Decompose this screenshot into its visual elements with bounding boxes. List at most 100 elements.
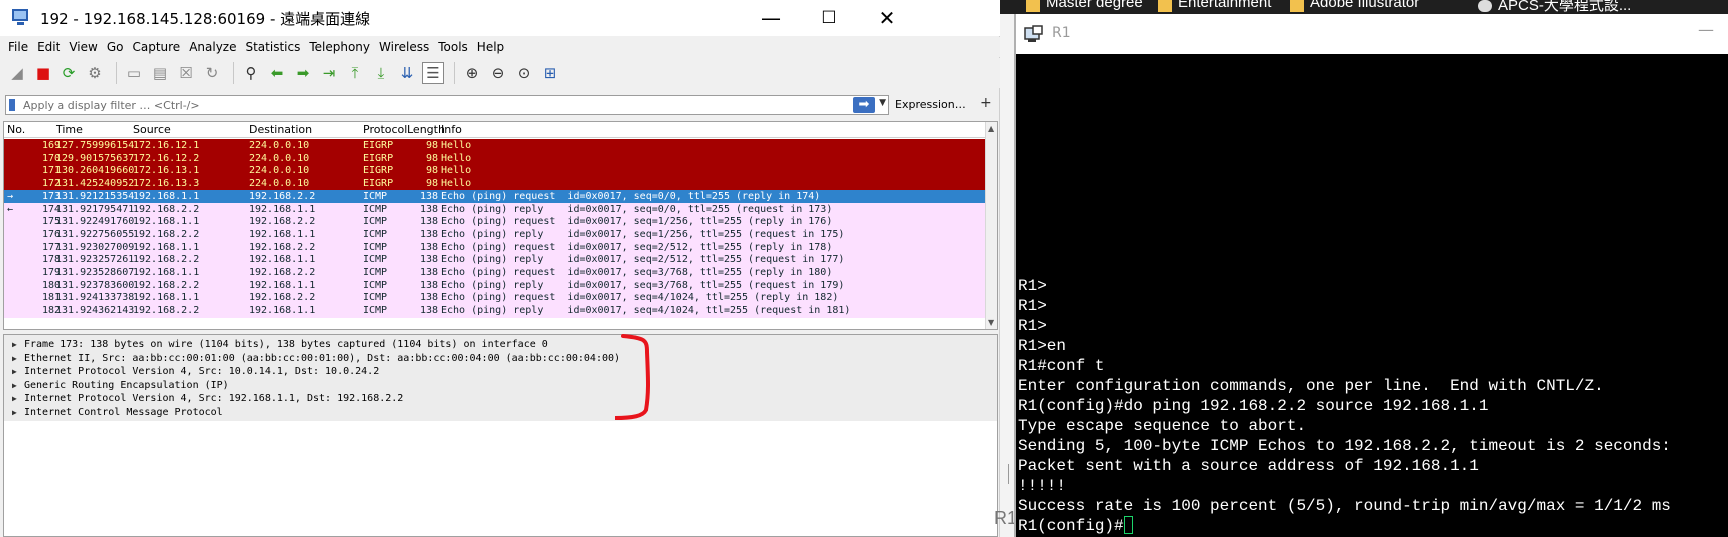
window-titlebar[interactable]: 192 - 192.168.145.128:60169 - 遠端桌面連線 — ☐… <box>0 0 1000 36</box>
scroll-down-icon[interactable]: ▼ <box>988 318 994 327</box>
expand-arrow-icon[interactable]: ▶ <box>12 392 24 406</box>
terminal-app-icon <box>1024 25 1043 42</box>
chevron-down-icon[interactable]: ▼ <box>879 98 886 108</box>
packet-list-header: No. Time Source Destination Protocol Len… <box>4 122 986 138</box>
menu-statistics[interactable]: Statistics <box>245 40 300 54</box>
scroll-up-icon[interactable]: ▲ <box>988 124 994 133</box>
expand-arrow-icon[interactable]: ▶ <box>12 379 24 393</box>
cell-destination: 192.168.1.1 <box>249 305 316 317</box>
menu-analyze[interactable]: Analyze <box>189 40 236 54</box>
detail-tree-item[interactable]: ▶ Generic Routing Encapsulation (IP) <box>12 379 229 393</box>
packet-list[interactable]: No. Time Source Destination Protocol Len… <box>3 121 998 330</box>
close-file-icon[interactable]: ☒ <box>175 62 197 84</box>
detail-tree-item[interactable]: ▶ Frame 173: 138 bytes on wire (1104 bits… <box>12 338 548 352</box>
go-last-icon[interactable]: ⤓ <box>370 62 392 84</box>
toolbar-separator <box>454 62 455 84</box>
expand-arrow-icon[interactable]: ▶ <box>12 352 24 366</box>
zoom-in-icon[interactable]: ⊕ <box>461 62 483 84</box>
column-destination[interactable]: Destination <box>249 123 312 136</box>
r1-titlebar[interactable]: R1 — <box>1016 14 1728 54</box>
taskbar-item-adobe-illustrator[interactable]: Adobe Illustrator <box>1310 0 1419 11</box>
terminal-output[interactable]: R1> R1> R1> R1>en R1#conf t Enter configurati… <box>1018 276 1728 536</box>
detail-tree-item[interactable]: ▶ Internet Control Message Protocol <box>12 406 223 420</box>
terminal-line: Success rate is 100 percent (5/5), round… <box>1018 497 1671 515</box>
r1-minimize-button[interactable]: — <box>1698 20 1714 39</box>
menu-help[interactable]: Help <box>477 40 504 54</box>
packet-details-pane[interactable]: ▶ Frame 173: 138 bytes on wire (1104 bits… <box>3 334 998 537</box>
toolbar-separator <box>116 62 117 84</box>
colorize-icon[interactable]: ☰ <box>422 62 444 84</box>
expand-arrow-icon[interactable]: ▶ <box>12 338 24 352</box>
remote-desktop-icon <box>12 9 32 27</box>
column-source[interactable]: Source <box>133 123 171 136</box>
column-info[interactable]: Info <box>441 123 462 136</box>
menu-telephony[interactable]: Telephony <box>309 40 370 54</box>
resize-columns-icon[interactable]: ⊞ <box>539 62 561 84</box>
menu-file[interactable]: File <box>8 40 28 54</box>
capture-options-icon[interactable]: ⚙ <box>84 62 106 84</box>
terminal-line: Enter configuration commands, one per li… <box>1018 377 1604 395</box>
cell-info: Echo (ping) reply id=0x0017, seq=4/1024,… <box>441 305 851 317</box>
stop-capture-icon[interactable]: ■ <box>32 62 54 84</box>
zoom-normal-icon[interactable]: ⊙ <box>513 62 535 84</box>
folder-icon <box>1026 0 1040 12</box>
save-file-icon[interactable]: ▤ <box>149 62 171 84</box>
detail-tree-item[interactable]: ▶ Internet Protocol Version 4, Src: 192.1… <box>12 392 403 406</box>
terminal-line: R1#conf t <box>1018 357 1105 375</box>
menu-edit[interactable]: Edit <box>37 40 60 54</box>
find-packet-icon[interactable]: ⚲ <box>240 62 262 84</box>
display-filter-input[interactable]: Apply a display filter … <Ctrl-/> ➡ ▼ <box>5 95 889 115</box>
column-no[interactable]: No. <box>7 123 25 136</box>
cell-length: 138 <box>419 305 438 317</box>
go-to-packet-icon[interactable]: ⇥ <box>318 62 340 84</box>
taskbar-item-entertainment[interactable]: Entertainment <box>1178 0 1271 11</box>
divider <box>1008 464 1009 484</box>
open-file-icon[interactable]: ▭ <box>123 62 145 84</box>
menu-go[interactable]: Go <box>107 40 124 54</box>
menu-capture[interactable]: Capture <box>132 40 180 54</box>
go-forward-icon[interactable]: ➡ <box>292 62 314 84</box>
filter-placeholder: Apply a display filter … <Ctrl-/> <box>23 98 200 112</box>
expression-button[interactable]: Expression… <box>895 98 966 111</box>
window-title: 192 - 192.168.145.128:60169 - 遠端桌面連線 <box>40 9 371 28</box>
close-button[interactable]: ✕ <box>858 0 916 36</box>
maximize-button[interactable]: ☐ <box>800 0 858 36</box>
column-protocol[interactable]: Protocol <box>363 123 407 136</box>
detail-tree-item[interactable]: ▶ Ethernet II, Src: aa:bb:cc:00:01:00 (aa… <box>12 352 620 366</box>
bookmark-icon[interactable] <box>9 99 15 111</box>
detail-tree-item[interactable]: ▶ Internet Protocol Version 4, Src: 10.0.… <box>12 365 379 379</box>
minimize-button[interactable]: — <box>742 0 800 36</box>
menu-tools[interactable]: Tools <box>438 40 468 54</box>
terminal-line: R1(config)#do ping 192.168.2.2 source 19… <box>1018 397 1489 415</box>
menu-view[interactable]: View <box>69 40 97 54</box>
add-filter-button[interactable]: + <box>980 95 992 111</box>
autoscroll-icon[interactable]: ⇊ <box>396 62 418 84</box>
terminal-line: R1>en <box>1018 337 1067 355</box>
expand-arrow-icon[interactable]: ▶ <box>12 406 24 420</box>
menu-wireless[interactable]: Wireless <box>379 40 429 54</box>
column-length[interactable]: Length <box>407 123 445 136</box>
go-first-icon[interactable]: ⤒ <box>344 62 366 84</box>
packet-row[interactable]: 182 131.924362143 192.168.2.2 192.168.1.1 IC… <box>4 304 986 319</box>
detail-label: Internet Protocol Version 4, Src: 192.16… <box>24 393 404 405</box>
shark-fin-start-icon[interactable]: ◢ <box>6 62 28 84</box>
detail-label: Frame 173: 138 bytes on wire (1104 bits)… <box>24 339 548 350</box>
taskbar-item-apcs[interactable]: APCS-大學程式設... <box>1498 0 1631 14</box>
cell-time: 131.924362143 <box>56 305 135 317</box>
detail-label: Ethernet II, Src: aa:bb:cc:00:01:00 (aa:… <box>24 352 621 364</box>
expand-arrow-icon[interactable]: ▶ <box>12 365 24 379</box>
terminal-line: !!!!! <box>1018 477 1067 495</box>
restart-capture-icon[interactable]: ⟳ <box>58 62 80 84</box>
zoom-out-icon[interactable]: ⊖ <box>487 62 509 84</box>
terminal-line: Sending 5, 100-byte ICMP Echos to 192.16… <box>1018 437 1671 455</box>
go-back-icon[interactable]: ⬅ <box>266 62 288 84</box>
desktop: 192 - 192.168.145.128:60169 - 遠端桌面連線 — ☐… <box>0 0 1728 537</box>
taskbar-item-master-degree[interactable]: Master degree <box>1046 0 1143 11</box>
r1-terminal-window[interactable]: R1 — R1> R1> R1> R1>en R1#conf t Enter config… <box>1014 14 1728 537</box>
packet-list-scrollbar[interactable]: ▲ ▼ <box>985 122 997 329</box>
app-icon <box>1478 0 1492 12</box>
terminal-prompt-line[interactable]: R1(config)# <box>1018 516 1728 536</box>
apply-filter-icon[interactable]: ➡ <box>853 97 875 113</box>
reload-file-icon[interactable]: ↻ <box>201 62 223 84</box>
column-time[interactable]: Time <box>56 123 83 136</box>
